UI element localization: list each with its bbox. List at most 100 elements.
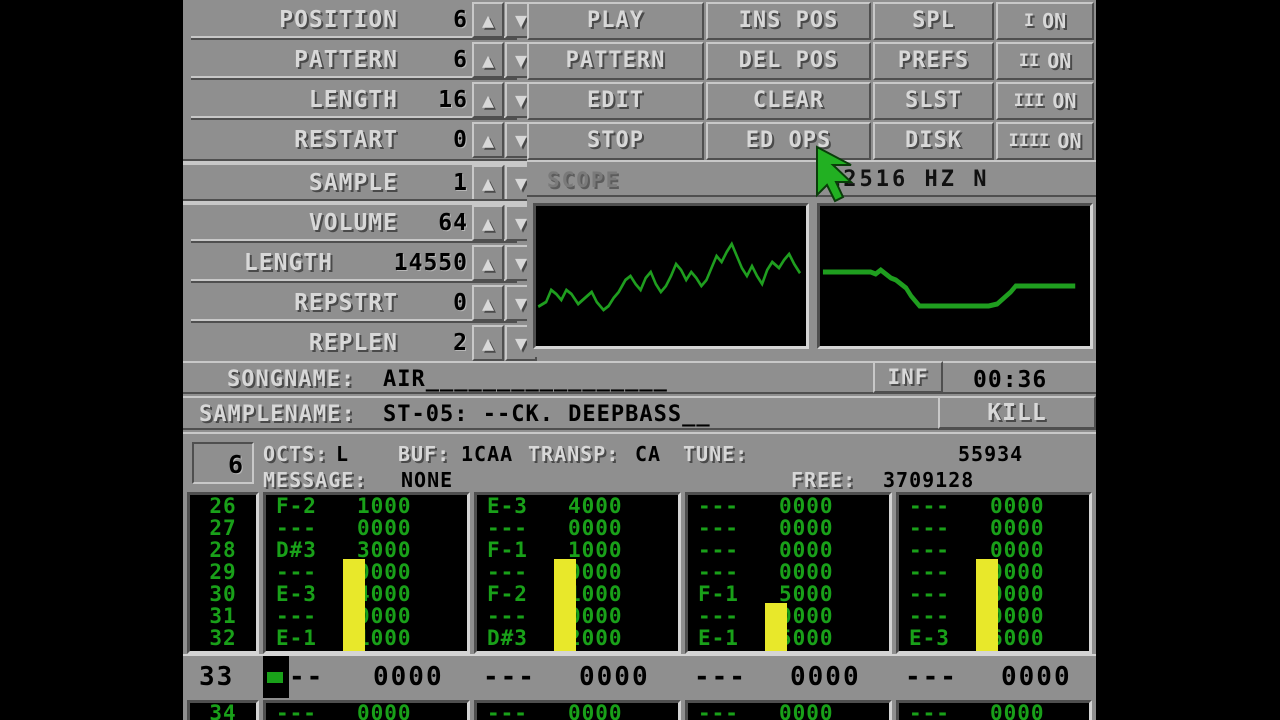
note: E-3	[276, 582, 317, 606]
selected-cell-note-3[interactable]: ---	[694, 662, 747, 692]
row-number: 28	[209, 538, 237, 562]
channel-1-toggle[interactable]: I ON	[996, 2, 1094, 40]
position-increment-button[interactable]: ▲	[472, 2, 504, 38]
pattern-selected-row[interactable]: 33 -- 0000 --- 0000 --- 0000 --- 0000	[183, 654, 1096, 698]
note: F-2	[487, 582, 528, 606]
clear-button[interactable]: CLEAR	[706, 82, 871, 120]
octs-label: OCTS:	[263, 442, 329, 466]
arrow-up-icon: ▲	[481, 211, 495, 235]
scope-bar[interactable]: SCOPE 12516 HZ N	[527, 160, 1096, 197]
param-value-position: 6	[453, 7, 468, 33]
selected-cell-params-4[interactable]: 0000	[1001, 662, 1072, 692]
channel-3-toggle[interactable]: III ON	[996, 82, 1094, 120]
volume-increment-button[interactable]: ▲	[472, 205, 504, 241]
protracker-window: POSITION 6 ▲ ▼ PATTERN 6 ▲ ▼ LENGTH 16 ▲…	[183, 0, 1096, 720]
param-value-sample-length: 14550	[393, 250, 468, 276]
param-label-volume: VOLUME	[308, 210, 398, 236]
samplename-value[interactable]: ST-05: --CK. DEEPBASS__	[383, 402, 711, 427]
channel-1-vu-bar	[343, 559, 365, 651]
channel-4-toggle[interactable]: IIII ON	[996, 122, 1094, 160]
channel-4-numeral: IIII	[1008, 131, 1050, 151]
note: D#3	[276, 538, 317, 562]
arrow-down-icon: ▼	[514, 171, 528, 195]
row-number: 32	[209, 626, 237, 650]
octave-box[interactable]: 6	[192, 442, 254, 484]
repstrt-increment-button[interactable]: ▲	[472, 285, 504, 321]
params: 5000	[778, 582, 834, 606]
free-label: FREE:	[791, 468, 857, 492]
arrow-up-icon: ▲	[481, 291, 495, 315]
sample-parameters-panel: VOLUME 64 ▲ ▼ LENGTH 14550 ▲ ▼ REPSTRT 0…	[183, 203, 537, 363]
note: D#3	[487, 626, 528, 650]
params: 0000	[989, 701, 1045, 720]
params: 1000	[356, 626, 412, 650]
selected-cell-params-1[interactable]: 0000	[373, 662, 444, 692]
params: 0000	[356, 604, 412, 628]
note: ---	[276, 516, 317, 540]
sample-increment-button[interactable]: ▲	[472, 165, 504, 201]
inf-button[interactable]: INF	[873, 361, 943, 393]
params: 0000	[778, 494, 834, 518]
sample-length-increment-button[interactable]: ▲	[472, 245, 504, 281]
pattern-cell: D#3 2000	[477, 627, 678, 649]
pattern-channel-2[interactable]: E-3 4000 --- 0000 F-1 1000 --- 0000 F-2 1000 …	[474, 492, 681, 654]
kill-button[interactable]: KILL	[938, 396, 1096, 429]
pattern-channel-1[interactable]: F-2 1000 --- 0000 D#3 3000 --- 0000 E-3 4000 …	[263, 492, 470, 654]
play-button[interactable]: PLAY	[527, 2, 704, 40]
pattern-cell: F-2 1000	[266, 495, 467, 517]
sample-rate-value: 12516 HZ N	[827, 167, 990, 192]
params: 0000	[989, 582, 1045, 606]
arrow-up-icon: ▲	[481, 8, 495, 32]
params: 0000	[356, 701, 412, 720]
samplename-label: SAMPLENAME:	[199, 402, 356, 427]
param-row-sample-length: LENGTH 14550 ▲ ▼	[183, 243, 537, 283]
pattern-cell: --- 0000	[688, 539, 889, 561]
replen-increment-button[interactable]: ▲	[472, 325, 504, 361]
stop-button[interactable]: STOP	[527, 122, 704, 160]
songname-value[interactable]: AIR_________________	[383, 367, 668, 392]
bottom-row-number-col: 34	[187, 700, 259, 720]
pattern-channel-3[interactable]: --- 0000 --- 0000 --- 0000 --- 0000 F-1 5000 …	[685, 492, 892, 654]
del-pos-button[interactable]: DEL POS	[706, 42, 871, 80]
selected-cell-note-2[interactable]: ---	[483, 662, 536, 692]
row-number-column: 26 27 28 29 30 31 32	[187, 492, 259, 654]
note: E-3	[909, 626, 950, 650]
params: 1000	[356, 494, 412, 518]
pattern-increment-button[interactable]: ▲	[472, 42, 504, 78]
pattern-editor[interactable]: 26 27 28 29 30 31 32 F-2 1000 --- 0000 D#3…	[183, 492, 1096, 720]
edit-button[interactable]: EDIT	[527, 82, 704, 120]
note: ---	[909, 538, 950, 562]
ed-ops-button[interactable]: ED OPS	[706, 122, 871, 160]
params: 4000	[567, 494, 623, 518]
bottom-cell-text-1: --- 0000	[266, 703, 467, 720]
slst-button[interactable]: SLST	[873, 82, 994, 120]
pattern-channel-4[interactable]: --- 0000 --- 0000 --- 0000 --- 0000 --- 0000 …	[896, 492, 1092, 654]
ins-pos-button[interactable]: INS POS	[706, 2, 871, 40]
selected-cell-params-3[interactable]: 0000	[790, 662, 861, 692]
param-row-replen: REPLEN 2 ▲ ▼	[183, 323, 537, 363]
length-increment-button[interactable]: ▲	[472, 82, 504, 118]
params: 0000	[567, 560, 623, 584]
note: ---	[276, 604, 317, 628]
params: 0000	[989, 494, 1045, 518]
pattern-cell: --- 0000	[688, 561, 889, 583]
param-value-length: 16	[438, 87, 468, 113]
restart-increment-button[interactable]: ▲	[472, 122, 504, 158]
params: 0000	[989, 560, 1045, 584]
disk-button[interactable]: DISK	[873, 122, 994, 160]
edit-cursor-block	[263, 656, 289, 698]
selected-cell-note-1[interactable]: --	[289, 662, 324, 692]
selected-cell-params-2[interactable]: 0000	[579, 662, 650, 692]
pattern-cell: --- 0000	[899, 517, 1089, 539]
spl-button[interactable]: SPL	[873, 2, 994, 40]
channel-2-toggle[interactable]: II ON	[996, 42, 1094, 80]
row-number: 29	[209, 560, 237, 584]
prefs-button[interactable]: PREFS	[873, 42, 994, 80]
selected-cell-note-4[interactable]: ---	[905, 662, 958, 692]
pattern-button[interactable]: PATTERN	[527, 42, 704, 80]
param-value-pattern: 6	[453, 47, 468, 73]
arrow-down-icon: ▼	[514, 48, 528, 72]
note: ---	[487, 701, 528, 720]
row-number: 27	[209, 516, 237, 540]
bottom-cell-2: --- 0000	[474, 700, 681, 720]
